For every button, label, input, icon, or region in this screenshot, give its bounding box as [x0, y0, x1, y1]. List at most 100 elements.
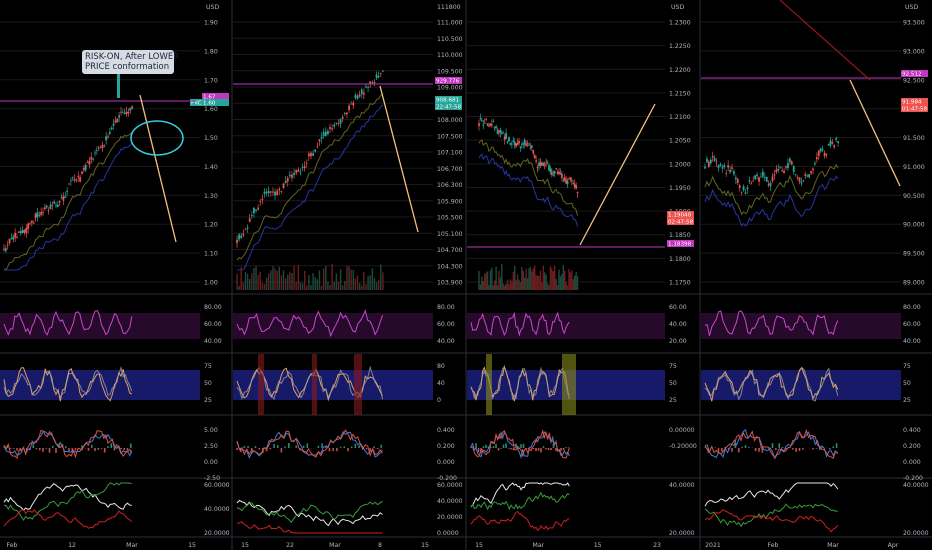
volume-bar — [498, 270, 500, 290]
candle-body — [358, 94, 361, 97]
candle-body — [479, 118, 482, 120]
macd-line — [470, 431, 570, 460]
volume-bar — [380, 264, 382, 290]
volume-bar — [546, 283, 549, 290]
candle-body — [265, 191, 268, 194]
macd-histogram-bar — [97, 448, 100, 450]
volume-bar — [356, 275, 359, 290]
macd-tick: -0.200 — [437, 475, 457, 482]
macd-histogram-bar — [495, 443, 497, 448]
volume-bar — [257, 275, 259, 290]
price-badge-label: 01:47:58 — [902, 107, 928, 113]
candle-body — [314, 149, 317, 152]
macd-histogram-bar — [339, 446, 342, 448]
macd-histogram-bar — [714, 447, 716, 448]
macd-histogram-bar — [492, 446, 495, 448]
candle-body — [331, 128, 334, 130]
candle-body — [58, 201, 61, 203]
candle-body — [530, 145, 533, 148]
volume-bar — [363, 272, 365, 290]
candle-body — [523, 139, 526, 144]
volume-bar — [354, 278, 357, 290]
candle-body — [717, 165, 720, 169]
candle-body — [81, 171, 83, 174]
candle-body — [86, 162, 89, 164]
candle-body — [785, 166, 787, 168]
adx-line — [3, 483, 132, 511]
candle-body — [480, 120, 483, 122]
volume-bar — [481, 276, 483, 290]
candle-body — [802, 180, 805, 182]
macd-histogram-bar — [120, 448, 122, 450]
macd-histogram-bar — [9, 448, 12, 450]
candle-body — [40, 211, 43, 215]
candle-body — [381, 70, 384, 72]
volume-bar — [306, 285, 308, 290]
macd-histogram-bar — [110, 443, 113, 448]
macd-histogram-bar — [795, 448, 797, 452]
volume-bar — [329, 284, 331, 290]
volume-bar — [371, 268, 374, 290]
candle-body — [12, 236, 15, 240]
stoch-tick: 50 — [669, 380, 677, 387]
volume-bar — [561, 274, 563, 290]
stoch-highlight — [486, 354, 492, 415]
candle-body — [815, 157, 818, 160]
macd-histogram-bar — [87, 448, 90, 451]
price-tick: 93.500 — [903, 20, 925, 27]
price-tick: 1.2250 — [669, 43, 691, 50]
candle-body — [248, 218, 251, 222]
stoch-tick: 25 — [669, 397, 677, 404]
volume-bar — [552, 271, 554, 290]
macd-histogram-bar — [798, 448, 801, 451]
volume-bar — [287, 274, 289, 290]
macd-histogram-bar — [347, 448, 349, 452]
macd-tick: 0.00000 — [669, 427, 695, 434]
candle-body — [79, 177, 82, 182]
macd-histogram-bar — [332, 448, 334, 452]
candle-body — [536, 167, 539, 168]
rsi-tick: 80.00 — [437, 304, 455, 311]
macd-histogram-bar — [273, 443, 275, 448]
candle-body — [242, 234, 245, 236]
volume-bar — [574, 275, 576, 290]
macd-histogram-bar — [775, 448, 777, 450]
candle-body — [327, 131, 329, 135]
candle-body — [47, 210, 50, 211]
candle-body — [559, 172, 562, 174]
candle-body — [767, 183, 770, 186]
candle-body — [502, 132, 505, 134]
price-badge-label: 929.776 — [436, 79, 460, 85]
volume-bar — [521, 267, 523, 290]
annotation-callout[interactable]: RISK-ON, After LOWER PRICE conformation — [82, 50, 179, 74]
macd-tick: 2.50 — [204, 443, 218, 450]
date-label: 15 — [475, 542, 483, 549]
date-label: Mar — [126, 542, 138, 549]
candle-body — [335, 122, 338, 124]
macd-histogram-bar — [502, 444, 505, 448]
volume-bar — [541, 282, 543, 290]
macd-histogram-bar — [280, 448, 283, 453]
price-tick: 105.500 — [437, 215, 463, 222]
candle-body — [706, 158, 708, 163]
price-tick: 1.1750 — [669, 280, 691, 287]
volume-bar — [555, 279, 557, 290]
candle-body — [835, 138, 838, 140]
dmi-tick: 0.0000 — [437, 530, 459, 537]
candle-body — [532, 150, 535, 154]
price-tick: 1.70 — [204, 77, 218, 84]
volume-bar — [274, 268, 276, 290]
dmi-tick: 40.0000 — [437, 498, 463, 505]
volume-bar — [562, 264, 564, 290]
macd-histogram-bar — [545, 448, 547, 450]
candle-body — [337, 123, 340, 125]
price-tick: 111.000 — [437, 20, 463, 27]
volume-bar — [248, 278, 251, 290]
stoch-tick: 50 — [204, 380, 212, 387]
candle-body — [721, 167, 724, 169]
candle-body — [781, 170, 784, 172]
multi-chart-layout[interactable]: 1.90 1.80 1.70 1.60 1.50 1.40 1.30 1.20 1.10 1.00… — [0, 0, 932, 550]
price-tick: 1.00 — [204, 280, 218, 287]
candle-body — [329, 127, 331, 129]
macd-histogram-bar — [477, 448, 480, 453]
